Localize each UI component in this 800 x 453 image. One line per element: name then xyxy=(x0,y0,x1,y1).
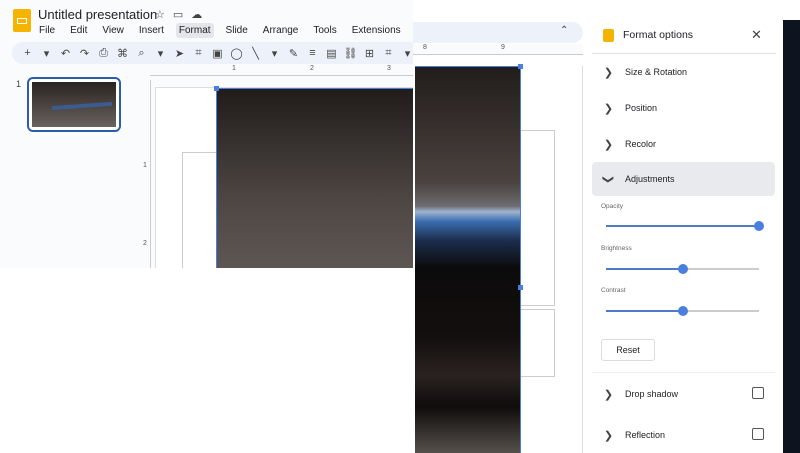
chevron-down-icon: ❯ xyxy=(602,174,614,184)
side-panel-strip xyxy=(783,20,800,453)
toolbar-icon[interactable]: ▾ xyxy=(398,47,413,60)
toolbar-icon[interactable]: ▣ xyxy=(208,47,227,60)
slider-thumb[interactable] xyxy=(754,221,764,231)
menu-slide[interactable]: Slide xyxy=(223,23,251,38)
star-icon[interactable]: ☆ xyxy=(155,9,173,21)
placeholder-outline[interactable] xyxy=(515,130,555,306)
menu-arrange[interactable]: Arrange xyxy=(260,23,302,38)
section-drop-shadow[interactable]: ❯ Drop shadow xyxy=(592,377,775,411)
section-reflection[interactable]: ❯ Reflection xyxy=(592,418,775,452)
toolbar-icon[interactable]: + xyxy=(18,47,37,59)
reflection-checkbox[interactable] xyxy=(752,428,764,440)
reset-button[interactable]: Reset xyxy=(601,339,655,361)
slider-thumb[interactable] xyxy=(677,264,688,274)
section-position[interactable]: ❯ Position xyxy=(592,91,775,125)
opacity-label: Opacity xyxy=(601,203,624,210)
toolbar-icon[interactable]: ⎙ xyxy=(94,47,113,60)
menu-insert[interactable]: Insert xyxy=(136,23,167,38)
toolbar-icon[interactable]: ▾ xyxy=(37,47,56,60)
divider xyxy=(592,372,775,373)
menu-extensions[interactable]: Extensions xyxy=(349,23,404,38)
section-size-rotation[interactable]: ❯ Size & Rotation xyxy=(592,55,775,89)
chevron-right-icon: ❯ xyxy=(603,66,614,79)
menu-tools[interactable]: Tools xyxy=(310,23,339,38)
brightness-slider[interactable] xyxy=(606,264,759,274)
slide-thumbnail[interactable] xyxy=(27,77,121,132)
chevron-right-icon: ❯ xyxy=(603,102,614,115)
selected-image[interactable] xyxy=(216,88,413,268)
format-paint-icon xyxy=(603,29,614,42)
toolbar-icon[interactable]: ↷ xyxy=(75,47,94,60)
chevron-right-icon: ❯ xyxy=(603,429,614,442)
resize-handle[interactable] xyxy=(518,285,523,290)
resize-handle[interactable] xyxy=(518,64,523,69)
toolbar-icon[interactable]: ≡ xyxy=(303,47,322,59)
contrast-label: Contrast xyxy=(601,287,626,294)
toolbar-icon[interactable]: ⌗ xyxy=(379,47,398,60)
toolbar-icon[interactable]: ✎ xyxy=(284,47,303,60)
toolbar-icon[interactable]: ◯ xyxy=(227,47,246,60)
menu-edit[interactable]: Edit xyxy=(67,23,90,38)
placeholder-outline[interactable] xyxy=(515,309,555,377)
selected-image-zoomed[interactable] xyxy=(415,66,521,453)
pencil-thumbnail-image xyxy=(32,82,116,127)
toolbar-icon[interactable]: ⌘ xyxy=(113,47,132,60)
toolbar-icon[interactable]: ⛓ xyxy=(341,47,360,60)
horizontal-ruler-right: 8 9 xyxy=(413,44,583,55)
horizontal-ruler: 1 2 3 xyxy=(150,65,413,76)
close-icon[interactable]: ✕ xyxy=(751,27,762,43)
toolbar-icon[interactable]: ⌕ xyxy=(132,47,151,60)
contrast-slider[interactable] xyxy=(606,306,759,316)
menu-bar: File Edit View Insert Format Slide Arrange Tool… xyxy=(36,23,413,38)
title-icons: ☆▭☁ xyxy=(155,8,210,21)
slide-number: 1 xyxy=(16,79,22,89)
section-recolor[interactable]: ❯ Recolor xyxy=(592,127,775,161)
toolbar-icon[interactable]: ↶ xyxy=(56,47,75,60)
toolbar-icon[interactable]: ➤ xyxy=(170,47,189,60)
resize-handle[interactable] xyxy=(214,86,219,91)
menu-format[interactable]: Format xyxy=(175,23,214,38)
toolbar-icon[interactable]: ⌗ xyxy=(189,47,208,60)
cloud-icon[interactable]: ☁ xyxy=(191,9,210,21)
drop-shadow-checkbox[interactable] xyxy=(752,387,764,399)
document-title[interactable]: Untitled presentation xyxy=(38,7,157,22)
slides-window: Untitled presentation ☆▭☁ File Edit View In… xyxy=(0,0,413,268)
menu-file[interactable]: File xyxy=(36,23,58,38)
chevron-right-icon: ❯ xyxy=(603,138,614,151)
section-adjustments[interactable]: ❯ Adjustments xyxy=(592,162,775,196)
panel-title: Format options xyxy=(623,29,694,41)
toolbar-icon[interactable]: ╲ xyxy=(246,47,265,60)
toolbar-icon[interactable]: ▾ xyxy=(265,47,284,60)
vertical-ruler: 1 2 xyxy=(143,80,151,268)
menu-view[interactable]: View xyxy=(99,23,127,38)
toolbar-icon[interactable]: ▾ xyxy=(151,47,170,60)
opacity-slider[interactable] xyxy=(606,221,764,231)
toolbar: + ▾ ↶ ↷ ⎙ ⌘ ⌕ ▾ ➤ ⌗ ▣ ◯ ╲ ▾ ✎ ≡ ▤ ⛓ ⊞ ⌗ ▾ xyxy=(12,42,413,64)
toolbar-icon[interactable]: ⊞ xyxy=(360,47,379,60)
toolbar-icon[interactable]: ▤ xyxy=(322,47,341,60)
slides-logo[interactable] xyxy=(13,9,31,32)
collapse-menus-icon[interactable]: ⌃ xyxy=(560,25,568,36)
brightness-label: Brightness xyxy=(601,245,632,252)
slider-thumb[interactable] xyxy=(677,306,688,316)
toolbar-continued: ⌃ xyxy=(413,22,583,43)
chevron-right-icon: ❯ xyxy=(603,388,614,401)
move-folder-icon[interactable]: ▭ xyxy=(173,9,191,21)
divider xyxy=(592,53,776,54)
